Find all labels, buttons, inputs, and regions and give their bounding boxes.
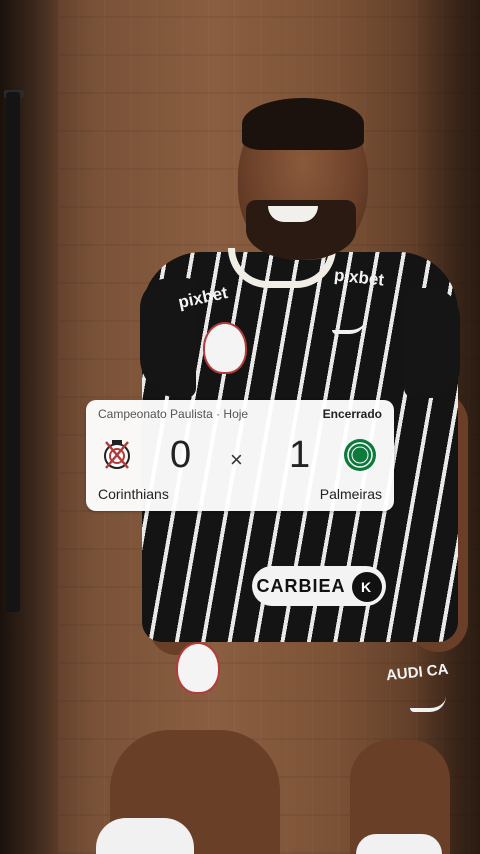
- away-team-name: Palmeiras: [319, 486, 382, 502]
- right-sleeve: [404, 288, 460, 398]
- video-background: pixbet pixbet CARBIEA K AUDI CA Campeonat…: [0, 0, 480, 854]
- chest-sponsor-text: CARBIEA: [256, 576, 346, 596]
- shorts-swoosh-icon: [410, 696, 446, 712]
- home-team-name: Corinthians: [98, 486, 169, 502]
- card-header: Campeonato Paulista · Hoje Encerrado: [98, 404, 382, 424]
- jersey-crest-icon: [203, 322, 247, 374]
- shorts-sponsor: AUDI CA: [385, 660, 450, 685]
- sponsor-logo-icon: K: [351, 572, 382, 603]
- competition-label: Campeonato Paulista · Hoje: [98, 407, 249, 421]
- home-score: 0: [170, 434, 192, 476]
- right-sock: [356, 834, 442, 854]
- palmeiras-crest-icon: [344, 439, 376, 471]
- corinthians-crest-icon: [104, 440, 130, 469]
- away-score: 1: [289, 434, 311, 476]
- shorts-crest-icon: [176, 642, 220, 694]
- chest-sponsor-badge: CARBIEA K: [252, 566, 386, 606]
- score-separator: ×: [230, 447, 243, 472]
- hair: [242, 98, 364, 150]
- left-sock: [96, 818, 194, 854]
- match-status: Encerrado: [322, 407, 382, 421]
